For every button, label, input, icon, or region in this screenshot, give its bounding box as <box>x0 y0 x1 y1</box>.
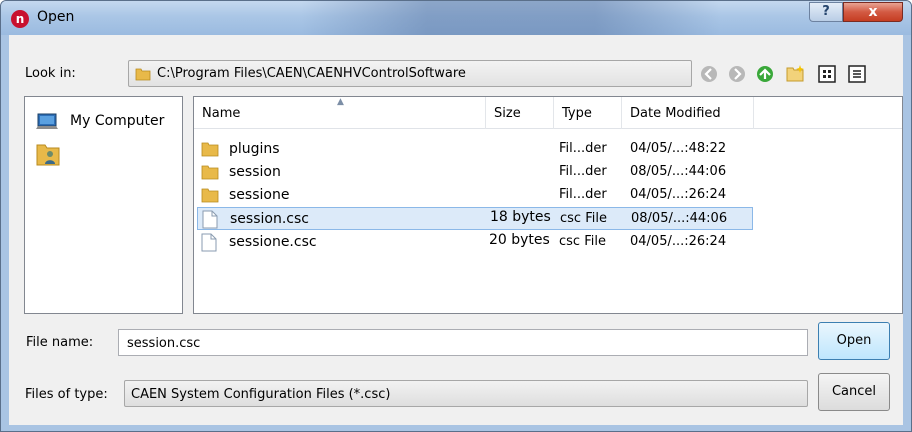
folder-icon <box>201 186 219 208</box>
file-name: sessione <box>229 187 290 203</box>
column-header-label: Name <box>202 106 241 121</box>
file-name: session.csc <box>230 211 309 227</box>
cancel-button[interactable]: Cancel <box>818 373 890 411</box>
column-header-label: Date Modified <box>630 106 721 121</box>
details-view-icon[interactable] <box>847 64 867 84</box>
file-type: csc File <box>559 234 606 249</box>
column-header-name[interactable]: Name ▲ <box>194 97 486 129</box>
close-button[interactable]: x <box>843 2 903 22</box>
back-icon[interactable] <box>699 64 719 84</box>
file-type: csc File <box>560 211 607 226</box>
folder-icon <box>201 163 219 185</box>
file-row[interactable]: session Fil...der 08/05/...:44:06 <box>197 161 753 184</box>
file-row[interactable]: plugins Fil...der 04/05/...:48:22 <box>197 138 753 161</box>
window-title: Open <box>37 9 75 25</box>
file-type-label: Files of type: <box>25 387 108 402</box>
up-folder-icon[interactable] <box>755 64 775 84</box>
forward-icon[interactable] <box>727 64 747 84</box>
file-date: 04/05/...:26:24 <box>630 187 727 202</box>
file-date: 04/05/...:26:24 <box>630 234 727 249</box>
sort-ascending-icon: ▲ <box>337 97 344 107</box>
file-type: Fil...der <box>559 164 607 179</box>
file-icon <box>201 233 217 256</box>
title-bar-backdrop <box>301 1 721 35</box>
file-type-select[interactable]: CAEN System Configuration Files (*.csc) <box>124 380 808 407</box>
file-date: 04/05/...:48:22 <box>630 141 727 156</box>
file-size: 20 bytes <box>489 232 550 248</box>
help-button[interactable]: ? <box>809 2 843 22</box>
column-header-size[interactable]: Size <box>486 97 554 129</box>
column-header-date-modified[interactable]: Date Modified <box>622 97 754 129</box>
column-header-label: Type <box>562 106 592 121</box>
open-dialog: n Open ? x Look in: C:\Program Files\CAE… <box>0 0 912 432</box>
new-folder-icon[interactable] <box>785 64 805 84</box>
title-bar[interactable]: n Open ? x <box>1 1 911 35</box>
file-name-label: File name: <box>26 335 94 350</box>
file-name: plugins <box>229 141 280 157</box>
app-logo-icon: n <box>11 10 29 28</box>
places-sidebar: My Computer <box>24 96 183 314</box>
file-list-view[interactable]: Name ▲ Size Type Date Modified plugins F… <box>193 96 903 314</box>
user-folder-icon <box>35 141 61 171</box>
folder-icon <box>201 140 219 162</box>
file-row[interactable]: sessione Fil...der 04/05/...:26:24 <box>197 184 753 207</box>
look-in-combobox[interactable]: C:\Program Files\CAEN\CAENHVControlSoftw… <box>128 60 692 87</box>
file-name-input[interactable]: session.csc <box>118 329 808 356</box>
file-type: Fil...der <box>559 141 607 156</box>
file-type: Fil...der <box>559 187 607 202</box>
file-name: session <box>229 164 281 180</box>
file-name: sessione.csc <box>229 234 317 250</box>
column-header-label: Size <box>494 106 521 121</box>
folder-icon <box>135 66 151 86</box>
file-list-header: Name ▲ Size Type Date Modified <box>194 97 902 129</box>
open-button[interactable]: Open <box>818 322 890 360</box>
file-size: 18 bytes <box>490 209 551 225</box>
sidebar-item-label: My Computer <box>70 113 165 129</box>
dialog-body: Look in: C:\Program Files\CAEN\CAENHVCon… <box>9 35 903 425</box>
look-in-label: Look in: <box>25 66 76 81</box>
list-view-icon[interactable] <box>817 64 837 84</box>
file-date: 08/05/...:44:06 <box>630 164 727 179</box>
look-in-path: C:\Program Files\CAEN\CAENHVControlSoftw… <box>157 66 466 81</box>
file-row[interactable]: sessione.csc 20 bytes csc File 04/05/...… <box>197 231 753 254</box>
column-header-type[interactable]: Type <box>554 97 622 129</box>
file-date: 08/05/...:44:06 <box>631 211 728 226</box>
file-row-selected[interactable]: session.csc 18 bytes csc File 08/05/...:… <box>197 207 753 230</box>
computer-icon <box>35 112 61 136</box>
file-icon <box>202 210 218 233</box>
